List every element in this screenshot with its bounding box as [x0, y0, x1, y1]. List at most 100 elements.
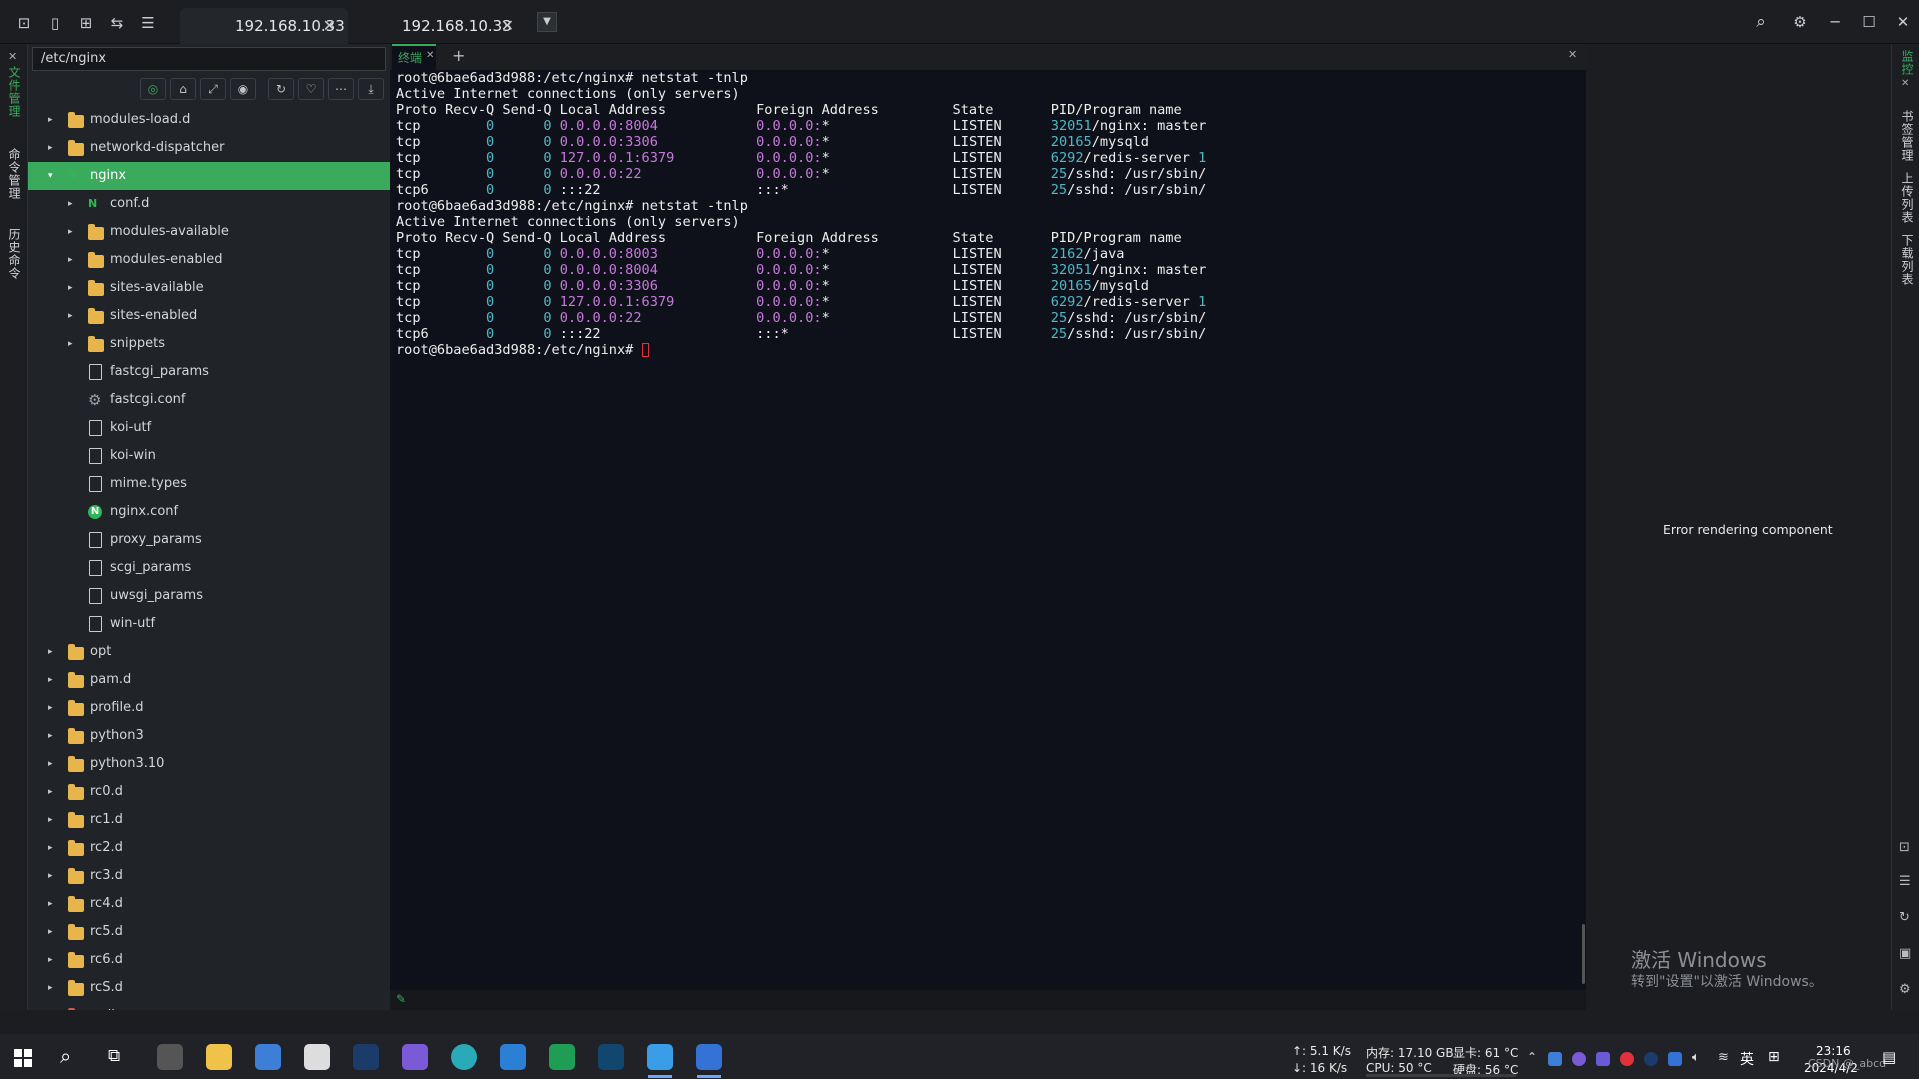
chevron-down-icon[interactable]: ▾ — [48, 162, 60, 190]
volume-icon[interactable]: 🔈︎ — [1692, 1050, 1700, 1065]
chevron-right-icon[interactable]: ▸ — [68, 246, 80, 274]
chevron-right-icon[interactable]: ▸ — [48, 834, 60, 862]
file-explorer-icon[interactable] — [206, 1044, 232, 1070]
scrollbar[interactable] — [1582, 924, 1585, 984]
search-icon[interactable]: ⌕ — [60, 1044, 71, 1068]
path-input[interactable]: /etc/nginx — [32, 47, 386, 71]
chevron-right-icon[interactable]: ▸ — [48, 1002, 60, 1010]
task-view-icon[interactable]: ⧉ — [108, 1046, 120, 1066]
chevron-right-icon[interactable]: ▸ — [68, 218, 80, 246]
tree-row[interactable]: ▸ snippets — [28, 330, 390, 358]
tab-terminal[interactable]: 终端 ✕ — [392, 44, 436, 70]
chevron-right-icon[interactable]: ▸ — [68, 274, 80, 302]
chevron-right-icon[interactable]: ▸ — [48, 778, 60, 806]
save-icon[interactable]: ▣ — [1899, 946, 1911, 961]
locate-icon[interactable]: ◎ — [140, 78, 166, 100]
chevron-right-icon[interactable]: ▸ — [68, 330, 80, 358]
sidebar-item-downloads[interactable]: 下载列表 — [1899, 234, 1916, 286]
tree-row[interactable]: ▸ modules-available — [28, 218, 390, 246]
tree-row[interactable]: scgi_params — [28, 554, 390, 582]
tray-app-icon[interactable] — [1548, 1052, 1562, 1066]
sidebar-item-file-manager[interactable]: 文件管理 — [6, 66, 23, 118]
tree-row[interactable]: win-utf — [28, 610, 390, 638]
terminal-icon[interactable]: ⊡ — [13, 12, 35, 34]
tray-app-icon[interactable] — [1572, 1052, 1586, 1066]
terminal-output[interactable]: root@6bae6ad3d988:/etc/nginx# netstat -t… — [396, 70, 1578, 990]
excel-icon[interactable] — [549, 1044, 575, 1070]
tree-row[interactable]: koi-win — [28, 442, 390, 470]
tree-row[interactable]: fastcgi_params — [28, 358, 390, 386]
store-icon[interactable] — [255, 1044, 281, 1070]
chevron-up-icon[interactable]: ⌃ — [1527, 1050, 1537, 1064]
tree-row[interactable]: koi-utf — [28, 414, 390, 442]
tree-row[interactable]: ▸ modules-enabled — [28, 246, 390, 274]
tree-row[interactable]: ▸ rc5.d — [28, 918, 390, 946]
keyboard-icon[interactable]: ⊞ — [1768, 1049, 1780, 1065]
heart-icon[interactable]: ♡ — [298, 78, 324, 100]
gear-icon[interactable]: ⚙ — [1899, 982, 1911, 997]
app-z-icon[interactable] — [402, 1044, 428, 1070]
tree-row[interactable]: ▸ rc0.d — [28, 778, 390, 806]
tab-dropdown-button[interactable]: ▼ — [537, 12, 557, 32]
chevron-right-icon[interactable]: ▸ — [48, 666, 60, 694]
close-icon[interactable]: ✕ — [8, 50, 17, 63]
tree-row[interactable]: ▸ profile.d — [28, 694, 390, 722]
tree-row[interactable]: proxy_params — [28, 526, 390, 554]
steam-icon[interactable] — [353, 1044, 379, 1070]
tree-row[interactable]: ▸ modules-load.d — [28, 106, 390, 134]
tab-session-2[interactable]: 192.168.10.33 ✕ — [356, 8, 524, 44]
refresh-icon[interactable]: ↻ — [268, 78, 294, 100]
refresh-icon[interactable]: ↻ — [1899, 910, 1910, 925]
close-icon[interactable]: ✕ — [1901, 78, 1909, 89]
tree-row[interactable]: ▸ rcS.d — [28, 974, 390, 1002]
tree-row[interactable]: ▸ rc2.d — [28, 834, 390, 862]
chevron-right-icon[interactable]: ▸ — [48, 750, 60, 778]
tree-row[interactable]: Nnginx.conf — [28, 498, 390, 526]
mail-icon[interactable] — [304, 1044, 330, 1070]
tray-app-icon[interactable] — [1668, 1052, 1682, 1066]
chevron-right-icon[interactable]: ▸ — [48, 134, 60, 162]
list-icon[interactable]: ☰ — [137, 12, 159, 34]
minimize-button[interactable]: ─ — [1822, 10, 1848, 34]
list-icon[interactable]: ☰ — [1899, 874, 1911, 889]
tree-row[interactable]: ▸ redis — [28, 1002, 390, 1010]
home-icon[interactable]: ⌂ — [170, 78, 196, 100]
search-icon[interactable]: ⌕ — [1748, 10, 1774, 34]
chevron-right-icon[interactable]: ▸ — [48, 106, 60, 134]
tree-row[interactable]: ▸ sites-available — [28, 274, 390, 302]
chevron-right-icon[interactable]: ▸ — [48, 946, 60, 974]
tree-row[interactable]: ▸ pam.d — [28, 666, 390, 694]
chevron-right-icon[interactable]: ▸ — [48, 806, 60, 834]
app-window-icon[interactable] — [647, 1044, 673, 1070]
chevron-right-icon[interactable]: ▸ — [48, 890, 60, 918]
close-icon[interactable]: ✕ — [501, 8, 514, 44]
terminal-icon[interactable]: ⊡ — [1899, 840, 1910, 855]
tree-row[interactable]: ▸ rc4.d — [28, 890, 390, 918]
close-icon[interactable]: ✕ — [1568, 48, 1577, 61]
chevron-right-icon[interactable]: ▸ — [68, 190, 80, 218]
tab-session-1[interactable]: 192.168.10.33 ✕ — [180, 8, 348, 44]
gear-icon[interactable]: ⚙ — [1787, 10, 1813, 34]
pen-icon[interactable]: ✎ — [396, 992, 406, 1006]
chevron-right-icon[interactable]: ▸ — [48, 974, 60, 1002]
sidebar-item-uploads[interactable]: 上传列表 — [1899, 172, 1916, 224]
steam-icon[interactable] — [1644, 1052, 1658, 1066]
remote-desktop-icon[interactable] — [696, 1044, 722, 1070]
tree-row[interactable]: uwsgi_params — [28, 582, 390, 610]
notification-icon[interactable]: ▤ — [1882, 1048, 1896, 1066]
grid-icon[interactable]: ⊞ — [75, 12, 97, 34]
tree-row[interactable]: ⚙ fastcgi.conf — [28, 386, 390, 414]
sidebar-item-monitor[interactable]: 监控 — [1899, 50, 1916, 76]
app-icon[interactable] — [157, 1044, 183, 1070]
more-icon[interactable]: ⋯ — [328, 78, 354, 100]
tree-row[interactable]: ▸ sites-enabled — [28, 302, 390, 330]
tree-row[interactable]: ▸ rc1.d — [28, 806, 390, 834]
close-window-button[interactable]: ✕ — [1890, 10, 1916, 34]
tray-app-icon[interactable] — [1596, 1052, 1610, 1066]
download-icon[interactable]: ⤓ — [358, 78, 384, 100]
chevron-right-icon[interactable]: ▸ — [48, 638, 60, 666]
chevron-right-icon[interactable]: ▸ — [48, 722, 60, 750]
tree-row[interactable]: ▸ opt — [28, 638, 390, 666]
tree-row[interactable]: ▸ python3 — [28, 722, 390, 750]
tree-row[interactable]: ▾ Nnginx — [28, 162, 390, 190]
